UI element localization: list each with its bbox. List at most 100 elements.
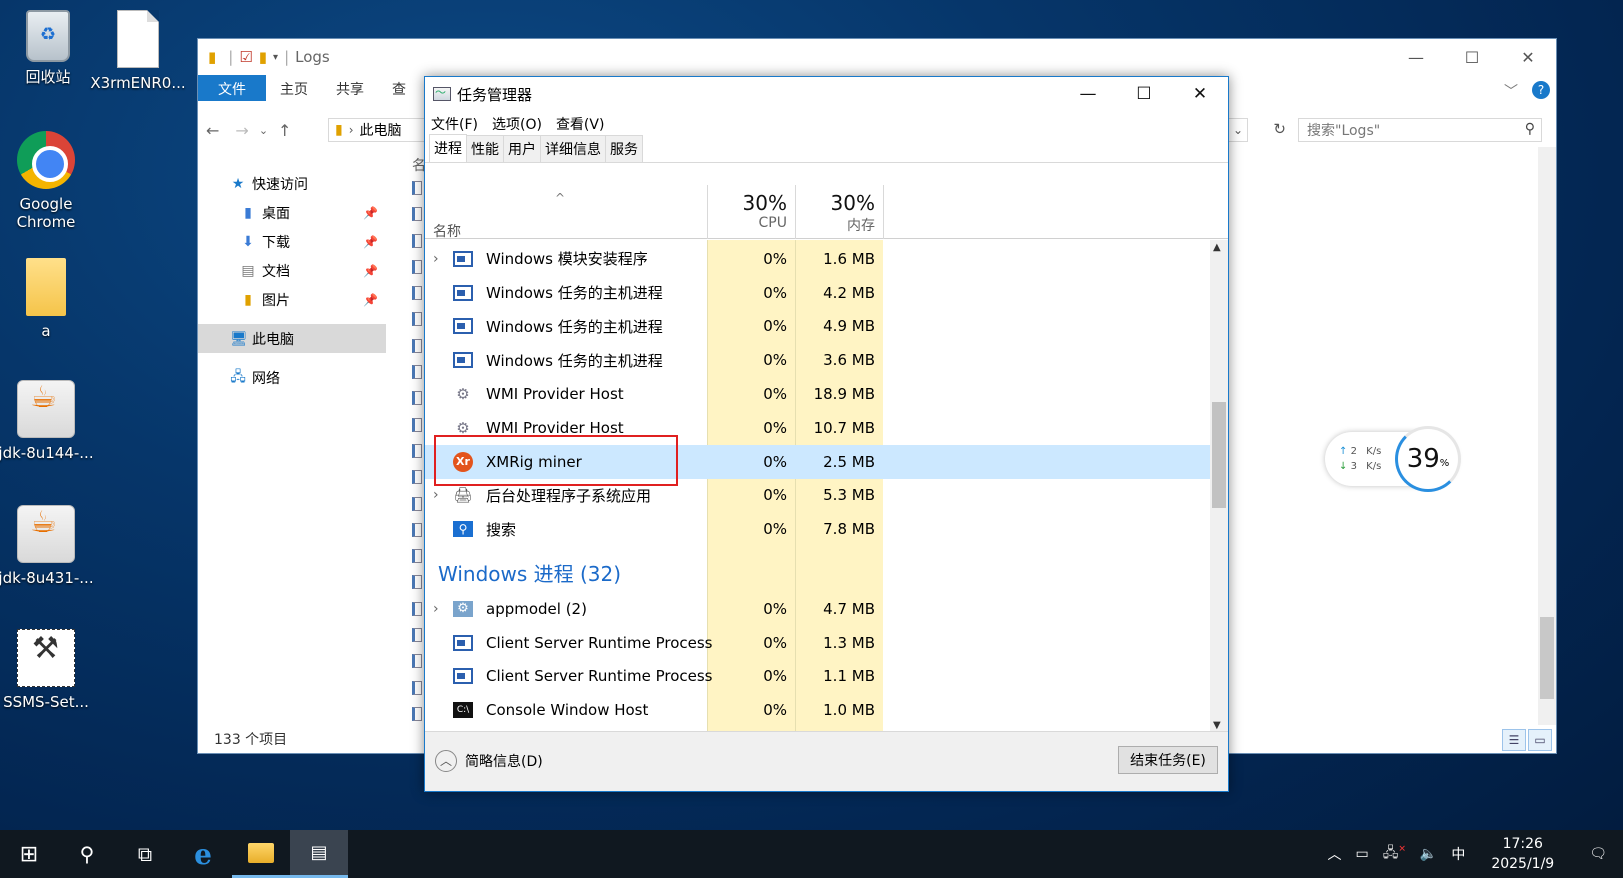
pin-icon[interactable]: 📌 — [363, 264, 378, 278]
pin-icon[interactable]: 📌 — [363, 293, 378, 307]
file-icon[interactable] — [412, 575, 422, 590]
network-speed-widget[interactable]: ↑ 2 K/s ↓ 3 K/s 39 % — [1325, 426, 1461, 492]
scrollbar-thumb[interactable] — [1540, 617, 1554, 699]
process-row[interactable]: Client Server Runtime Process 0% 1.3 MB — [425, 626, 1210, 660]
file-icon[interactable] — [412, 338, 422, 353]
file-icon[interactable] — [412, 233, 422, 248]
file-icon[interactable] — [412, 391, 422, 406]
desktop-icon-recycle-bin[interactable]: 回收站 — [0, 10, 96, 86]
file-icon[interactable] — [412, 207, 422, 222]
nav-downloads[interactable]: ⬇ 下载 📌 — [198, 227, 386, 256]
process-row[interactable]: Windows 任务的主机进程 0% 4.2 MB — [425, 276, 1210, 310]
process-row[interactable]: ⚙ WMI Provider Host 0% 18.9 MB — [425, 377, 1210, 411]
recent-locations-icon[interactable]: ⌄ — [257, 124, 270, 137]
volume-icon[interactable]: 🔈 — [1413, 846, 1444, 862]
new-folder-icon[interactable]: ▮ — [259, 48, 267, 66]
start-button[interactable]: ⊞ — [0, 830, 58, 878]
desktop-icon-document[interactable]: X3rmENR0... — [90, 10, 186, 92]
column-header-memory[interactable]: 30% 内存 — [795, 185, 883, 239]
ribbon-tab-home[interactable]: 主页 — [266, 75, 322, 101]
minimize-button[interactable]: — — [1388, 39, 1444, 75]
process-row-xmrig-miner[interactable]: Xr XMRig miner 0% 2.5 MB — [425, 444, 1210, 479]
network-icon[interactable]: 🖧✕ — [1376, 842, 1413, 866]
file-icon[interactable] — [412, 443, 422, 458]
up-button[interactable]: ↑ — [270, 121, 299, 140]
file-icon[interactable] — [412, 706, 422, 721]
show-hidden-icons-icon[interactable]: ︿ — [1320, 844, 1348, 864]
scroll-down-icon[interactable]: ▼ — [1213, 720, 1221, 731]
pin-icon[interactable]: 📌 — [363, 206, 378, 220]
task-manager-taskbar-button[interactable]: ▤ — [290, 830, 348, 878]
search-button[interactable]: ⚲ — [58, 830, 116, 878]
process-row[interactable]: C:\ Console Window Host 0% 1.0 MB — [425, 693, 1210, 727]
tab-processes[interactable]: 进程 — [429, 134, 467, 162]
menu-file[interactable]: 文件(F) — [431, 114, 478, 134]
refresh-icon[interactable]: ↻ — [1273, 120, 1286, 138]
ribbon-expand-icon[interactable]: ﹀ — [1504, 81, 1518, 101]
forward-button[interactable]: → — [227, 121, 256, 140]
maximize-button[interactable]: ☐ — [1116, 77, 1172, 111]
breadcrumb-this-pc[interactable]: 此电脑 — [360, 120, 402, 140]
scroll-up-icon[interactable]: ▲ — [1213, 242, 1221, 253]
back-button[interactable]: ← — [198, 121, 227, 140]
menu-options[interactable]: 选项(O) — [492, 114, 542, 134]
pin-icon[interactable]: 📌 — [363, 235, 378, 249]
help-icon[interactable]: ? — [1532, 81, 1550, 99]
maximize-button[interactable]: ☐ — [1444, 39, 1500, 75]
file-icon[interactable] — [412, 259, 422, 274]
process-row[interactable]: ⚙ WMI Provider Host 0% 10.7 MB — [425, 411, 1210, 445]
file-icon[interactable] — [412, 181, 422, 195]
file-icon[interactable] — [412, 286, 422, 301]
file-explorer-button[interactable] — [232, 830, 290, 878]
process-row[interactable]: Client Server Runtime Process 0% 1.1 MB — [425, 660, 1210, 694]
file-icon[interactable] — [412, 549, 422, 564]
menu-view[interactable]: 查看(V) — [556, 114, 605, 134]
process-row[interactable]: Windows 任务的主机进程 0% 4.9 MB — [425, 310, 1210, 344]
ribbon-tab-view[interactable]: 查 — [378, 75, 420, 101]
input-method-indicator[interactable]: 中 — [1444, 844, 1472, 864]
ribbon-tab-share[interactable]: 共享 — [322, 75, 378, 101]
desktop-icon-ssms-setup[interactable]: SSMS-Set... — [0, 629, 94, 711]
file-icon[interactable] — [412, 680, 422, 695]
column-header-name[interactable]: 名称 — [433, 221, 461, 241]
file-icon[interactable] — [412, 417, 422, 432]
notifications-icon[interactable]: 🗨 — [1573, 846, 1623, 862]
close-button[interactable]: ✕ — [1500, 39, 1556, 75]
search-input[interactable]: 搜索"Logs" ⚲ — [1298, 118, 1542, 142]
nav-pictures[interactable]: ▮ 图片 📌 — [198, 285, 386, 314]
device-icon[interactable]: ▭ — [1348, 846, 1375, 862]
chevron-right-icon[interactable]: › — [433, 487, 447, 503]
address-dropdown-icon[interactable]: ⌄ — [1233, 123, 1243, 137]
file-icon[interactable] — [412, 522, 422, 537]
ribbon-tab-file[interactable]: 文件 — [198, 75, 266, 101]
process-row[interactable]: ⚲ 搜索 0% 7.8 MB — [425, 512, 1210, 546]
explorer-scrollbar[interactable] — [1538, 147, 1556, 725]
chevron-right-icon[interactable]: › — [433, 251, 447, 267]
details-view-button[interactable]: ☰ — [1502, 729, 1526, 751]
file-icon[interactable] — [412, 312, 422, 327]
column-header-cpu[interactable]: 30% CPU — [707, 185, 795, 239]
tab-performance[interactable]: 性能 — [466, 135, 504, 162]
task-view-button[interactable]: ⧉ — [116, 830, 174, 878]
chevron-right-icon[interactable]: › — [433, 601, 447, 617]
file-icon[interactable] — [412, 628, 422, 643]
internet-explorer-button[interactable]: e — [174, 830, 232, 878]
desktop-icon-jdk-8u431[interactable]: jdk-8u431-... — [0, 505, 94, 587]
end-task-button[interactable]: 结束任务(E) — [1118, 746, 1218, 774]
tab-users[interactable]: 用户 — [503, 135, 541, 162]
file-icon[interactable] — [412, 601, 422, 616]
tab-services[interactable]: 服务 — [605, 135, 643, 162]
process-row[interactable]: Windows 任务的主机进程 0% 3.6 MB — [425, 343, 1210, 377]
desktop-icon-chrome[interactable]: Google Chrome — [0, 131, 94, 231]
properties-icon[interactable]: ☑ — [239, 48, 252, 66]
scrollbar-thumb[interactable] — [1212, 402, 1226, 508]
clock[interactable]: 17:26 2025/1/9 — [1472, 834, 1573, 874]
nav-network[interactable]: 🖧 网络 — [198, 363, 386, 392]
nav-desktop[interactable]: ▮ 桌面 📌 — [198, 198, 386, 227]
nav-quick-access[interactable]: ★ 快速访问 — [198, 169, 386, 198]
fewer-details-button[interactable]: ︿ 简略信息(D) — [435, 750, 543, 772]
file-icon[interactable] — [412, 654, 422, 669]
process-row[interactable]: › ⚙ appmodel (2) 0% 4.7 MB — [425, 592, 1210, 626]
process-row[interactable]: › Windows 模块安装程序 0% 1.6 MB — [425, 242, 1210, 276]
process-row[interactable]: › 🖨 后台处理程序子系统应用 0% 5.3 MB — [425, 479, 1210, 513]
